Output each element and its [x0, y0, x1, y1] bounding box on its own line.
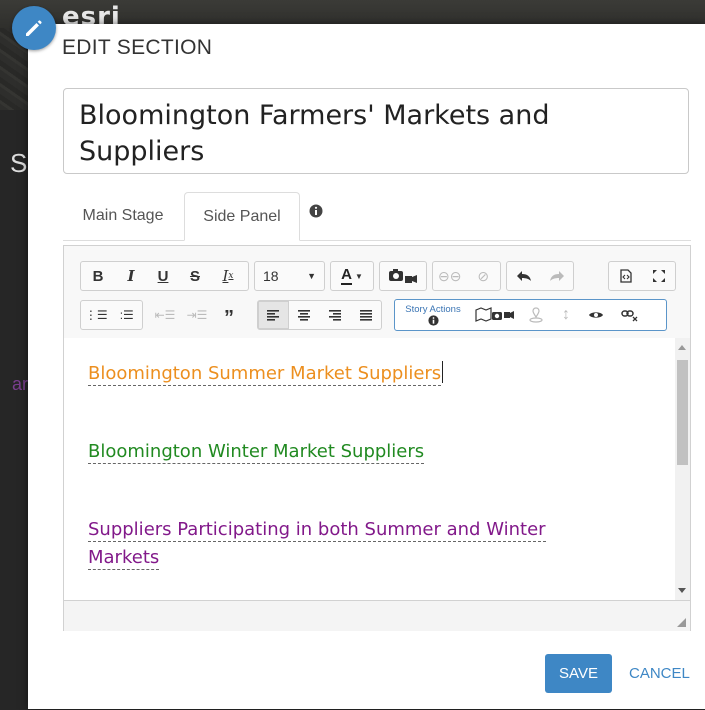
- bulleted-list-icon[interactable]: :☰: [112, 301, 143, 329]
- editor-toolbar: B I U S Ix 18 ▼ A ▼ ⊖⊖ ⊘ ⋮☰:☰ ⇤☰ ⇥☰ ” S…: [64, 246, 690, 339]
- link-group: ⊖⊖ ⊘: [432, 261, 501, 291]
- chevron-down-icon: ▼: [307, 271, 316, 281]
- cancel-button[interactable]: CANCEL: [629, 654, 690, 693]
- insert-media-button[interactable]: [379, 261, 427, 291]
- camera-video-icon: [389, 269, 417, 283]
- editor-content[interactable]: Bloomington Summer Market Suppliers Bloo…: [64, 338, 675, 600]
- background-side-panel: [0, 110, 30, 710]
- panel-tabs: Main Stage Side Panel: [63, 192, 691, 241]
- text-color-icon: A: [341, 266, 352, 285]
- background-side-fragment: ar: [12, 374, 29, 394]
- strikethrough-button[interactable]: S: [179, 262, 211, 290]
- scroll-up-icon[interactable]: [678, 345, 686, 350]
- info-circle-icon: [427, 314, 439, 326]
- history-group: [506, 261, 574, 291]
- story-actions-button[interactable]: Story Actions: [395, 300, 471, 330]
- source-icon[interactable]: [609, 262, 642, 290]
- tab-side-panel[interactable]: Side Panel: [184, 192, 300, 241]
- section-title-input[interactable]: Bloomington Farmers' Markets and Supplie…: [63, 88, 689, 174]
- scroll-thumb[interactable]: [677, 360, 688, 465]
- indent-group: ⇤☰ ⇥☰ ”: [148, 300, 250, 330]
- align-group: [257, 300, 382, 330]
- paragraph-summer-suppliers[interactable]: Bloomington Summer Market Suppliers: [88, 360, 444, 388]
- paragraph-winter-suppliers[interactable]: Bloomington Winter Market Suppliers: [88, 438, 425, 466]
- maximize-icon[interactable]: [642, 262, 675, 290]
- edit-pencil-icon: [12, 6, 56, 50]
- outdent-icon[interactable]: ⇤☰: [149, 301, 181, 329]
- editor-scrollbar[interactable]: [675, 338, 690, 600]
- resize-handle-icon[interactable]: [677, 618, 686, 627]
- font-size-value: 18: [263, 268, 279, 284]
- info-circle-icon[interactable]: [309, 204, 323, 223]
- background-side-letter: S: [10, 148, 28, 178]
- story-actions-label: Story Actions: [405, 303, 461, 315]
- underline-button[interactable]: U: [147, 262, 179, 290]
- text-color-button[interactable]: A ▼: [330, 261, 374, 291]
- scroll-down-icon[interactable]: [678, 588, 686, 593]
- location-action-icon[interactable]: [519, 301, 553, 329]
- eye-icon[interactable]: [579, 301, 613, 329]
- navigate-action-icon[interactable]: ↕: [553, 301, 579, 329]
- tab-main-stage[interactable]: Main Stage: [63, 192, 183, 239]
- remove-action-icon[interactable]: [613, 301, 647, 329]
- align-center-icon[interactable]: [289, 301, 320, 329]
- redo-icon[interactable]: [540, 262, 573, 290]
- paragraph-both-suppliers[interactable]: Suppliers Participating in both Summer a…: [88, 516, 608, 572]
- chevron-down-icon: ▼: [354, 271, 363, 281]
- indent-icon[interactable]: ⇥☰: [181, 301, 213, 329]
- italic-button[interactable]: I: [115, 262, 147, 290]
- font-size-select[interactable]: 18 ▼: [254, 261, 325, 291]
- blockquote-icon[interactable]: ”: [213, 298, 245, 332]
- dialog-title: EDIT SECTION: [62, 36, 213, 59]
- rich-text-editor: B I U S Ix 18 ▼ A ▼ ⊖⊖ ⊘ ⋮☰:☰ ⇤☰ ⇥☰ ” S…: [63, 245, 691, 631]
- undo-icon[interactable]: [507, 262, 540, 290]
- align-right-icon[interactable]: [320, 301, 351, 329]
- list-group: ⋮☰ :☰: [80, 300, 143, 330]
- link-icon[interactable]: ⊖⊖: [433, 262, 467, 290]
- format-group: B I U S Ix: [80, 261, 249, 291]
- unlink-icon[interactable]: ⊘: [467, 262, 501, 290]
- justify-icon[interactable]: [350, 301, 381, 329]
- numbered-list-icon[interactable]: ⋮☰: [81, 301, 112, 329]
- editor-statusbar: [64, 600, 690, 631]
- clear-format-icon[interactable]: Ix: [211, 262, 245, 290]
- story-actions-group: Story Actions ↕: [394, 299, 667, 331]
- view-group: [608, 261, 676, 291]
- bold-button[interactable]: B: [81, 262, 115, 290]
- align-left-icon[interactable]: [258, 301, 289, 329]
- save-button[interactable]: SAVE: [545, 654, 612, 693]
- map-media-action-icon[interactable]: [471, 301, 519, 329]
- text-caret: [442, 361, 444, 383]
